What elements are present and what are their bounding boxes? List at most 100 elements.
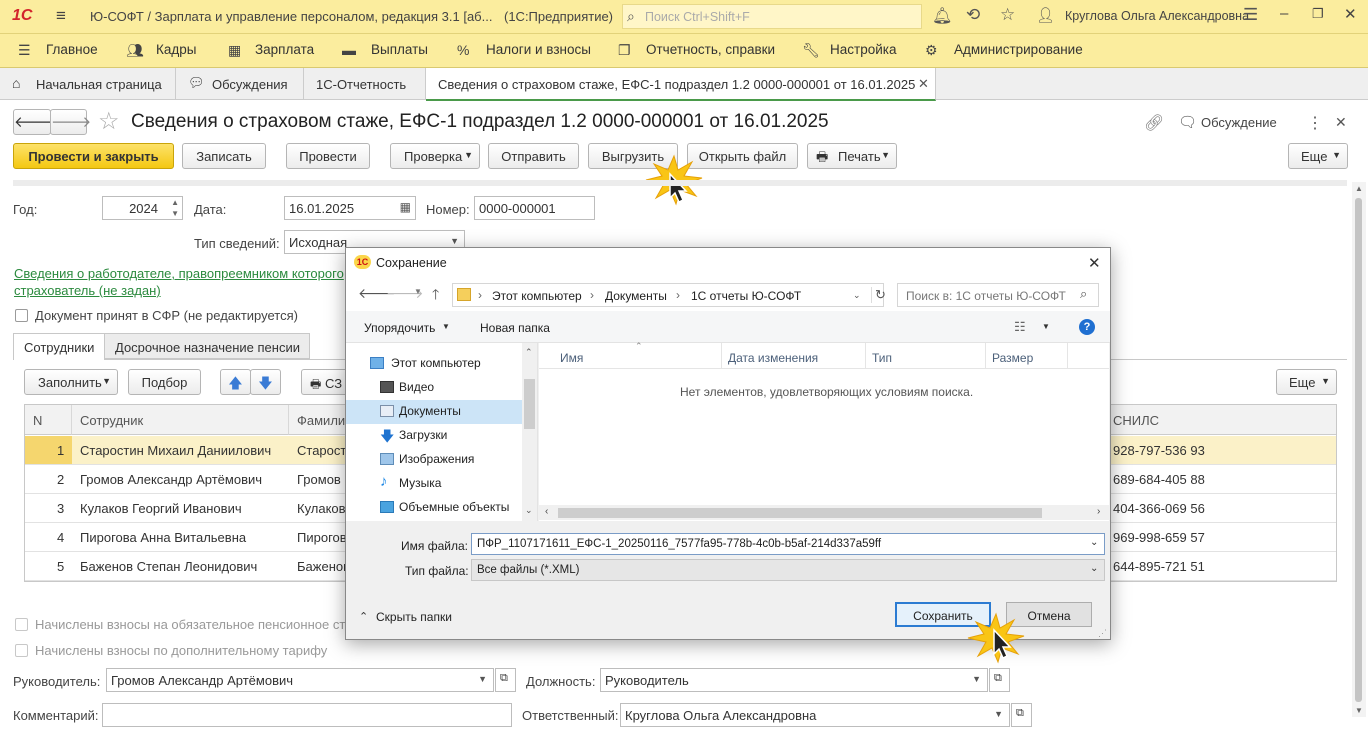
settings-icon[interactable]: ☰ xyxy=(1243,5,1258,25)
scroll-thumb[interactable] xyxy=(558,508,1042,518)
chevron-down-icon[interactable]: ⌄ xyxy=(853,290,861,301)
restore-icon[interactable]: ❐ xyxy=(1312,6,1324,22)
close-tab-icon[interactable]: ✕ xyxy=(918,76,929,92)
filename-input[interactable]: ПФР_1107171611_ЕФС-1_20250116_7577fa95-7… xyxy=(471,533,1105,555)
help-icon[interactable]: ? xyxy=(1079,319,1095,335)
tab-discussions[interactable]: 💬︎ Обсуждения xyxy=(176,68,304,100)
column-header-name[interactable]: Имя xyxy=(560,351,583,365)
chevron-down-icon[interactable]: ▼ xyxy=(994,709,1003,719)
chevron-down-icon[interactable]: ▼ xyxy=(1042,322,1050,331)
move-down-button[interactable]: 🡇 xyxy=(250,369,281,395)
vertical-scrollbar[interactable]: ▲ ▼ xyxy=(1352,182,1366,717)
column-header-n[interactable]: N xyxy=(25,405,72,435)
nav-item-3d-objects[interactable]: Объемные объекты xyxy=(346,496,522,520)
subtab-employees[interactable]: Сотрудники xyxy=(13,333,105,360)
nav-item-this-pc[interactable]: Этот компьютер xyxy=(346,352,522,376)
fill-dropdown-button[interactable]: Заполнить ▼ xyxy=(24,369,118,395)
nav-item-documents[interactable]: Документы xyxy=(346,400,522,424)
column-header-snils[interactable]: СНИЛС xyxy=(1105,405,1336,435)
year-stepper-icon[interactable]: ▲ ▼ xyxy=(171,197,179,219)
refresh-icon[interactable]: ↻ xyxy=(871,287,886,303)
year-field[interactable]: 2024 ▲ ▼ xyxy=(102,196,183,220)
subtab-early-pension[interactable]: Досрочное назначение пенсии xyxy=(104,333,310,359)
scroll-thumb[interactable] xyxy=(1355,198,1362,702)
scroll-up-icon[interactable]: ▲ xyxy=(1355,184,1363,193)
path-segment[interactable]: Документы xyxy=(605,289,667,303)
chevron-down-icon[interactable]: ⌄ xyxy=(1090,537,1098,548)
menu-item-payments[interactable]: Выплаты xyxy=(371,42,428,57)
history-icon[interactable]: ⟲ xyxy=(966,5,980,25)
head-field[interactable]: Громов Александр Артёмович ▼ xyxy=(106,668,494,692)
employer-link[interactable]: Сведения о работодателе, правопреемником… xyxy=(14,266,344,281)
extra-tariff-checkbox[interactable] xyxy=(15,644,28,657)
nav-history-icon[interactable]: ▼ xyxy=(414,287,422,296)
column-header-type[interactable]: Тип xyxy=(872,351,892,365)
nav-scrollbar[interactable]: ⌃ ⌄ xyxy=(522,343,537,521)
discussion-icon[interactable]: 🗨︎ xyxy=(1178,113,1197,131)
column-header-size[interactable]: Размер xyxy=(992,351,1033,365)
more-vert-icon[interactable]: ⋮ xyxy=(1307,113,1323,133)
tab-home[interactable]: ⌂ Начальная страница xyxy=(0,68,176,100)
scroll-down-icon[interactable]: ⌄ xyxy=(525,505,533,516)
view-options-icon[interactable]: ☷ xyxy=(1014,319,1026,335)
nav-item-pictures[interactable]: Изображения xyxy=(346,448,522,472)
forward-button[interactable]: 🡒 xyxy=(50,109,91,135)
user-icon[interactable]: 👤︎ xyxy=(1036,6,1055,24)
chevron-down-icon[interactable]: ▼ xyxy=(972,674,981,684)
chevron-up-icon[interactable]: ⌃ xyxy=(359,610,368,623)
accepted-sfr-checkbox[interactable] xyxy=(15,309,28,322)
head-open-button[interactable]: ⧉ xyxy=(495,668,516,692)
filetype-select[interactable]: Все файлы (*.XML) ⌄ xyxy=(471,559,1105,581)
close-doc-icon[interactable]: ✕ xyxy=(1335,114,1347,131)
calendar-icon[interactable]: ▦ xyxy=(400,200,411,214)
chevron-down-icon[interactable]: ▼ xyxy=(478,674,487,684)
organize-button[interactable]: Упорядочить xyxy=(364,321,435,335)
check-dropdown-button[interactable]: Проверка ▼ xyxy=(390,143,480,169)
select-button[interactable]: Подбор xyxy=(128,369,201,395)
nav-item-video[interactable]: Видео xyxy=(346,376,522,400)
scroll-right-icon[interactable]: › xyxy=(1097,506,1100,517)
date-field[interactable]: 16.01.2025 ▦ xyxy=(284,196,416,220)
responsible-field[interactable]: Круглова Ольга Александровна ▼ xyxy=(620,703,1010,727)
grid-more-button[interactable]: Еще ▼ xyxy=(1276,369,1337,395)
favorite-star-icon[interactable]: ☆ xyxy=(98,107,120,136)
scroll-up-icon[interactable]: ⌃ xyxy=(525,347,533,358)
nav-item-downloads[interactable]: 🡇 Загрузки xyxy=(346,424,522,448)
number-field[interactable]: 0000-000001 xyxy=(474,196,595,220)
employer-link-cont[interactable]: страхователь (не задан) xyxy=(14,283,161,298)
tab-document[interactable]: Сведения о страховом стаже, ЕФС-1 подраз… xyxy=(426,68,936,101)
minimize-icon[interactable]: – xyxy=(1280,5,1288,22)
dialog-search-input[interactable]: Поиск в: 1С отчеты Ю-СОФТ ⌕ xyxy=(897,283,1099,307)
send-button[interactable]: Отправить xyxy=(488,143,579,169)
scroll-thumb[interactable] xyxy=(524,379,535,429)
path-segment[interactable]: 1С отчеты Ю-СОФТ xyxy=(691,289,801,303)
resize-grip-icon[interactable]: ⋰ xyxy=(1098,628,1107,639)
menu-item-main[interactable]: Главное xyxy=(46,42,98,57)
position-open-button[interactable]: ⧉ xyxy=(989,668,1010,692)
nav-up-icon[interactable]: 🡑 xyxy=(432,284,439,308)
comment-field[interactable] xyxy=(102,703,512,727)
more-button[interactable]: Еще ▼ xyxy=(1288,143,1348,169)
menu-item-reports[interactable]: Отчетность, справки xyxy=(646,42,775,57)
link-icon[interactable]: 🔗︎ xyxy=(1144,113,1164,133)
address-bar[interactable]: › Этот компьютер › Документы › 1С отчеты… xyxy=(452,283,886,307)
file-list-hscrollbar[interactable]: ‹ › xyxy=(539,505,1109,520)
discussion-link[interactable]: Обсуждение xyxy=(1201,115,1277,130)
hamburger-icon[interactable]: ≡ xyxy=(56,6,66,26)
responsible-open-button[interactable]: ⧉ xyxy=(1011,703,1032,727)
new-folder-button[interactable]: Новая папка xyxy=(480,321,550,335)
dialog-close-icon[interactable]: ✕ xyxy=(1088,254,1101,272)
close-icon[interactable]: ✕ xyxy=(1344,5,1357,23)
position-field[interactable]: Руководитель ▼ xyxy=(600,668,988,692)
move-up-button[interactable]: 🡅 xyxy=(220,369,251,395)
save-button[interactable]: Записать xyxy=(182,143,266,169)
post-and-close-button[interactable]: Провести и закрыть xyxy=(13,143,174,169)
back-button[interactable]: 🡐 xyxy=(13,109,54,135)
star-icon[interactable]: ☆ xyxy=(1000,5,1015,25)
post-button[interactable]: Провести xyxy=(286,143,370,169)
global-search-input[interactable]: ⌕ Поиск Ctrl+Shift+F xyxy=(622,4,922,29)
sz-print-button[interactable]: 🖶︎ СЗ xyxy=(301,369,351,395)
column-header-date[interactable]: Дата изменения xyxy=(728,351,818,365)
pension-contrib-checkbox[interactable] xyxy=(15,618,28,631)
menu-item-hr[interactable]: Кадры xyxy=(156,42,196,57)
